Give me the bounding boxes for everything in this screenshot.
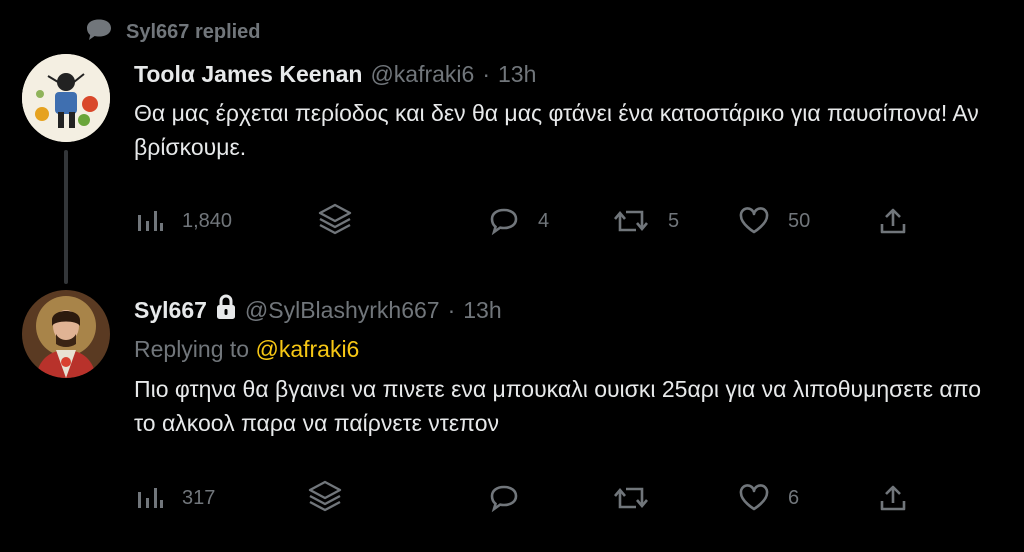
views-button[interactable]: 317 bbox=[136, 481, 215, 515]
layers-button[interactable] bbox=[306, 479, 344, 513]
share-button[interactable] bbox=[878, 204, 908, 238]
thread-line bbox=[64, 150, 68, 284]
retweet-count: 5 bbox=[668, 209, 680, 232]
like-icon bbox=[738, 206, 770, 236]
reply-count: 4 bbox=[538, 209, 550, 232]
reply-icon bbox=[488, 206, 520, 236]
replying-prefix: Replying to bbox=[134, 336, 250, 362]
layers-icon bbox=[316, 202, 354, 236]
avatar[interactable] bbox=[22, 54, 110, 142]
tweet-header: Syl667 @SylBlashyrkh667 · 13h bbox=[134, 294, 502, 326]
retweet-icon bbox=[612, 206, 650, 236]
tweet-header: Toolα James Keenan @kafraki6 · 13h bbox=[134, 58, 536, 90]
like-count: 6 bbox=[788, 486, 800, 509]
display-name[interactable]: Syl667 bbox=[134, 297, 207, 324]
views-count: 1,840 bbox=[182, 209, 233, 232]
user-handle[interactable]: @SylBlashyrkh667 bbox=[245, 297, 440, 324]
retweet-button[interactable]: 5 bbox=[612, 204, 679, 238]
share-button[interactable] bbox=[878, 481, 908, 515]
retweet-button[interactable] bbox=[612, 481, 668, 515]
retweet-icon bbox=[612, 483, 650, 513]
lock-icon bbox=[215, 294, 237, 326]
layers-icon bbox=[306, 479, 344, 513]
social-context[interactable]: Syl667 replied bbox=[84, 18, 261, 46]
separator-dot: · bbox=[447, 296, 456, 323]
views-button[interactable]: 1,840 bbox=[136, 204, 232, 238]
like-button[interactable]: 50 bbox=[738, 204, 810, 238]
tweet-text: Θα μας έρχεται περίοδος και δεν θα μας φ… bbox=[134, 100, 979, 160]
like-icon bbox=[738, 483, 770, 513]
replying-to: Replying to @kafraki6 bbox=[134, 336, 359, 366]
reply-bubble-icon bbox=[84, 17, 114, 48]
avatar[interactable] bbox=[22, 290, 110, 378]
reply-button[interactable]: 4 bbox=[488, 204, 549, 238]
like-button[interactable]: 6 bbox=[738, 481, 799, 515]
separator-dot: · bbox=[482, 60, 491, 87]
share-icon bbox=[878, 206, 908, 236]
views-icon bbox=[136, 486, 164, 510]
views-icon bbox=[136, 209, 164, 233]
reply-icon bbox=[488, 483, 520, 513]
like-count: 50 bbox=[788, 209, 811, 232]
mention-link[interactable]: @kafraki6 bbox=[255, 336, 359, 362]
share-icon bbox=[878, 483, 908, 513]
views-count: 317 bbox=[182, 486, 216, 509]
timestamp[interactable]: 13h bbox=[498, 61, 536, 88]
social-context-text: Syl667 replied bbox=[126, 20, 261, 43]
display-name[interactable]: Toolα James Keenan bbox=[134, 61, 362, 88]
reply-button[interactable] bbox=[488, 481, 538, 515]
tweet-text: Πιο φτηνα θα βγαινει να πινετε ενα μπουκ… bbox=[134, 376, 981, 436]
timestamp[interactable]: 13h bbox=[463, 297, 501, 324]
layers-button[interactable] bbox=[316, 202, 354, 236]
user-handle[interactable]: @kafraki6 bbox=[370, 61, 474, 88]
